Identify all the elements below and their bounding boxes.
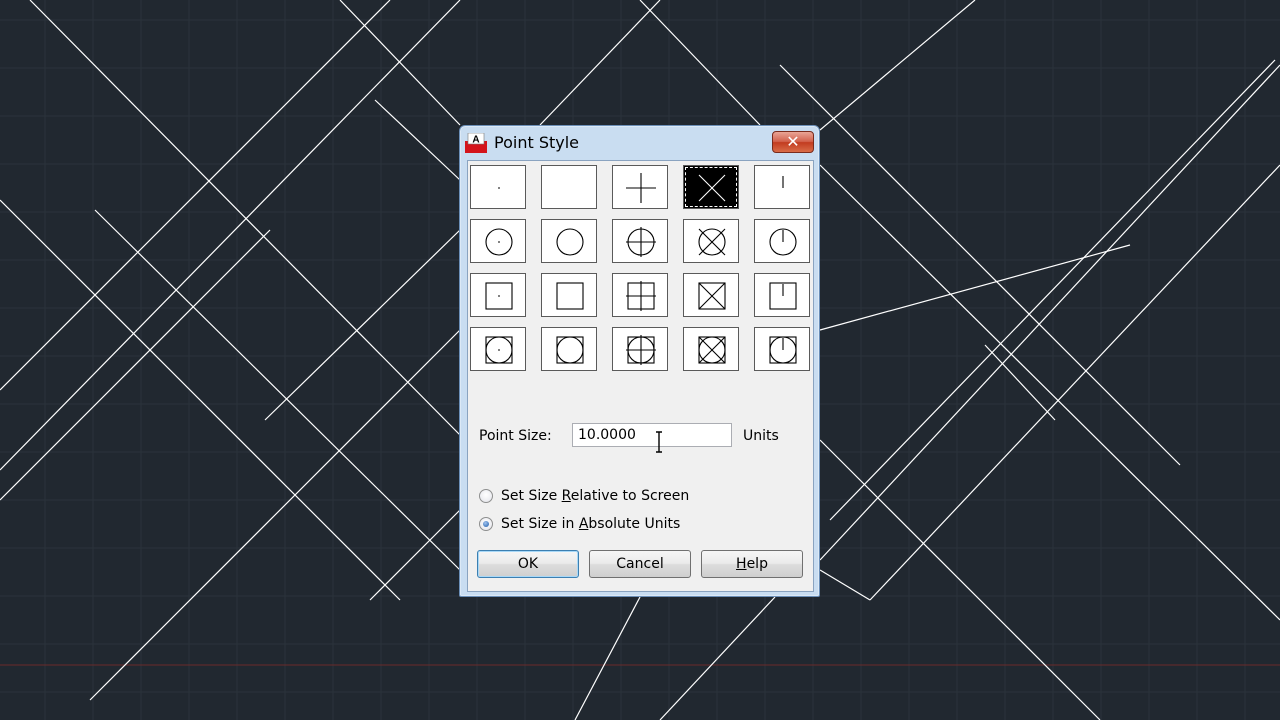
circle-square-plus-glyph-icon <box>626 335 656 365</box>
autocad-icon: A <box>465 133 487 153</box>
circle-square-tick-glyph-icon <box>769 336 797 364</box>
absolute-radio[interactable] <box>479 517 493 531</box>
point-style-square[interactable] <box>541 273 597 317</box>
point-style-dot[interactable] <box>470 165 526 209</box>
point-style-circle-plus[interactable] <box>612 219 668 263</box>
diagonal-line <box>264 229 461 421</box>
relative-radio[interactable] <box>479 489 493 503</box>
diagonal-line <box>639 0 761 126</box>
point-style-circle-square-x[interactable] <box>683 327 739 371</box>
point-style-square-tick[interactable] <box>754 273 810 317</box>
dot-glyph-icon <box>498 187 500 189</box>
close-button[interactable]: ✕ <box>772 131 814 153</box>
plus-glyph-icon <box>626 173 656 203</box>
square-tick-glyph-icon <box>769 282 797 310</box>
ok-button[interactable]: OK <box>477 550 579 578</box>
circle-dot-glyph-icon <box>485 228 513 256</box>
close-icon: ✕ <box>786 132 800 151</box>
circle-x-glyph-icon <box>698 228 726 256</box>
diagonal-line <box>869 164 1280 601</box>
point-size-label: Point Size: <box>479 428 552 444</box>
diagonal-line <box>574 596 641 720</box>
relative-option-label: Set Size Relative to Screen <box>501 488 690 504</box>
point-style-x[interactable] <box>683 165 739 209</box>
circle-square-x-glyph-icon <box>698 336 726 364</box>
tick-glyph-icon <box>782 176 784 188</box>
point-style-circle-square-plus[interactable] <box>612 327 668 371</box>
units-label: Units <box>743 428 779 444</box>
point-style-circle[interactable] <box>541 219 597 263</box>
point-style-square-plus[interactable] <box>612 273 668 317</box>
circle-tick-glyph-icon <box>769 228 797 256</box>
circle-plus-glyph-icon <box>626 227 656 257</box>
circle-square-dot-glyph-icon <box>485 336 513 364</box>
radio-selected-dot <box>483 521 489 527</box>
diagonal-line <box>539 0 661 126</box>
square-glyph-icon <box>556 282 584 310</box>
dialog-body: Point Size: Units Set Size Relative to S… <box>467 160 814 592</box>
help-button[interactable]: Help <box>701 550 803 578</box>
circle-square-glyph-icon <box>556 336 584 364</box>
title-bar[interactable]: A Point Style ✕ <box>460 126 819 160</box>
point-style-dialog: A Point Style ✕ Point Size: Units Set Si… <box>459 125 820 597</box>
x-glyph-icon <box>698 174 726 202</box>
square-dot-glyph-icon <box>485 282 513 310</box>
diagonal-line <box>94 209 461 571</box>
point-style-circle-square[interactable] <box>541 327 597 371</box>
square-x-glyph-icon <box>698 282 726 310</box>
square-plus-glyph-icon <box>626 281 656 311</box>
point-style-circle-square-tick[interactable] <box>754 327 810 371</box>
dialog-title: Point Style <box>494 133 579 152</box>
point-style-circle-square-dot[interactable] <box>470 327 526 371</box>
absolute-option-label: Set Size in Absolute Units <box>501 516 681 532</box>
point-style-square-dot[interactable] <box>470 273 526 317</box>
point-style-circle-tick[interactable] <box>754 219 810 263</box>
cancel-button[interactable]: Cancel <box>589 550 691 578</box>
point-style-none[interactable] <box>541 165 597 209</box>
point-style-circle-dot[interactable] <box>470 219 526 263</box>
none-glyph-icon <box>542 166 598 210</box>
diagonal-line <box>0 229 271 501</box>
point-size-input[interactable] <box>572 423 732 447</box>
svg-text:A: A <box>472 135 479 146</box>
diagonal-line <box>779 64 1181 466</box>
diagonal-line <box>0 0 391 391</box>
diagonal-line <box>369 509 461 601</box>
diagonal-line <box>819 164 1280 621</box>
point-style-tick[interactable] <box>754 165 810 209</box>
point-style-square-x[interactable] <box>683 273 739 317</box>
diagonal-line <box>819 439 1101 720</box>
point-style-circle-x[interactable] <box>683 219 739 263</box>
diagonal-line <box>819 64 1280 561</box>
point-style-plus[interactable] <box>612 165 668 209</box>
circle-glyph-icon <box>556 228 584 256</box>
